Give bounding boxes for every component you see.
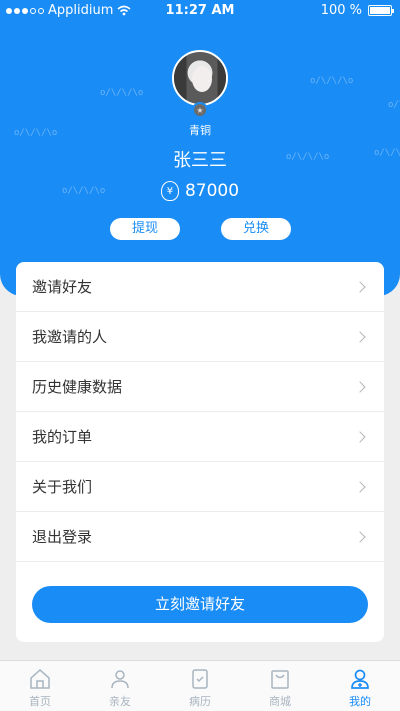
- rank-badge-icon: ★: [192, 102, 208, 118]
- menu-item-label: 历史健康数据: [32, 378, 123, 396]
- tab-label: 我的: [349, 695, 371, 708]
- tab-bar: 首页 亲友 病历 商城 我的: [0, 660, 400, 711]
- profile-icon: [351, 669, 369, 689]
- profile-header: Applidium 11:27 AM 100 % o/\/\/\o o/\/\/…: [0, 0, 400, 296]
- shop-icon: [271, 670, 289, 689]
- menu-item-my-invitees[interactable]: 我邀请的人: [16, 312, 384, 362]
- tab-medical-records[interactable]: 病历: [160, 661, 240, 711]
- menu-item-logout[interactable]: 退出登录: [16, 512, 384, 562]
- avatar[interactable]: [172, 50, 228, 106]
- tab-label: 病历: [189, 695, 211, 708]
- wave-decoration: o/\/: [388, 100, 400, 110]
- status-bar: Applidium 11:27 AM 100 %: [0, 0, 400, 22]
- coin-balance: ¥ 87000: [0, 181, 400, 201]
- wave-decoration: o/\/\/\o: [100, 88, 144, 98]
- rank-label: 青铜: [189, 124, 211, 137]
- chevron-right-icon: [354, 280, 366, 293]
- menu-item-invite-friends[interactable]: 邀请好友: [16, 262, 384, 312]
- menu-item-label: 我邀请的人: [32, 328, 108, 346]
- battery-status: 100 %: [320, 3, 394, 18]
- menu-item-label: 邀请好友: [32, 278, 93, 296]
- battery-percentage: 100 %: [320, 3, 362, 18]
- username: 张三三: [173, 150, 227, 171]
- exchange-button[interactable]: 兑换: [221, 218, 291, 240]
- coin-bag-icon: ¥: [160, 181, 179, 201]
- menu-item-label: 退出登录: [32, 528, 93, 546]
- chevron-right-icon: [354, 530, 366, 543]
- chevron-right-icon: [354, 330, 366, 343]
- tab-shop[interactable]: 商城: [240, 661, 320, 711]
- tab-home[interactable]: 首页: [0, 661, 80, 711]
- chevron-right-icon: [354, 430, 366, 443]
- coin-amount: 87000: [184, 181, 240, 201]
- menu-item-my-orders[interactable]: 我的订单: [16, 412, 384, 462]
- wave-decoration: o/\/\/\o: [310, 76, 354, 86]
- tab-label: 商城: [269, 695, 291, 708]
- chevron-right-icon: [354, 380, 366, 393]
- menu-item-label: 我的订单: [32, 428, 93, 446]
- tab-profile[interactable]: 我的: [320, 661, 400, 711]
- menu-item-label: 关于我们: [32, 478, 93, 496]
- tab-friends[interactable]: 亲友: [80, 661, 160, 711]
- battery-icon: [368, 5, 394, 16]
- medical-record-icon: [192, 669, 208, 689]
- menu-item-health-history[interactable]: 历史健康数据: [16, 362, 384, 412]
- withdraw-button[interactable]: 提现: [110, 218, 180, 240]
- home-icon: [30, 668, 50, 689]
- invite-friends-button[interactable]: 立刻邀请好友: [32, 586, 368, 623]
- tab-label: 首页: [29, 695, 51, 708]
- friends-icon: [111, 670, 129, 689]
- menu-item-about-us[interactable]: 关于我们: [16, 462, 384, 512]
- tab-label: 亲友: [109, 695, 131, 708]
- chevron-right-icon: [354, 480, 366, 493]
- menu-card: 邀请好友 我邀请的人 历史健康数据 我的订单 关于我们 退出登录 立刻邀请好友: [16, 262, 384, 642]
